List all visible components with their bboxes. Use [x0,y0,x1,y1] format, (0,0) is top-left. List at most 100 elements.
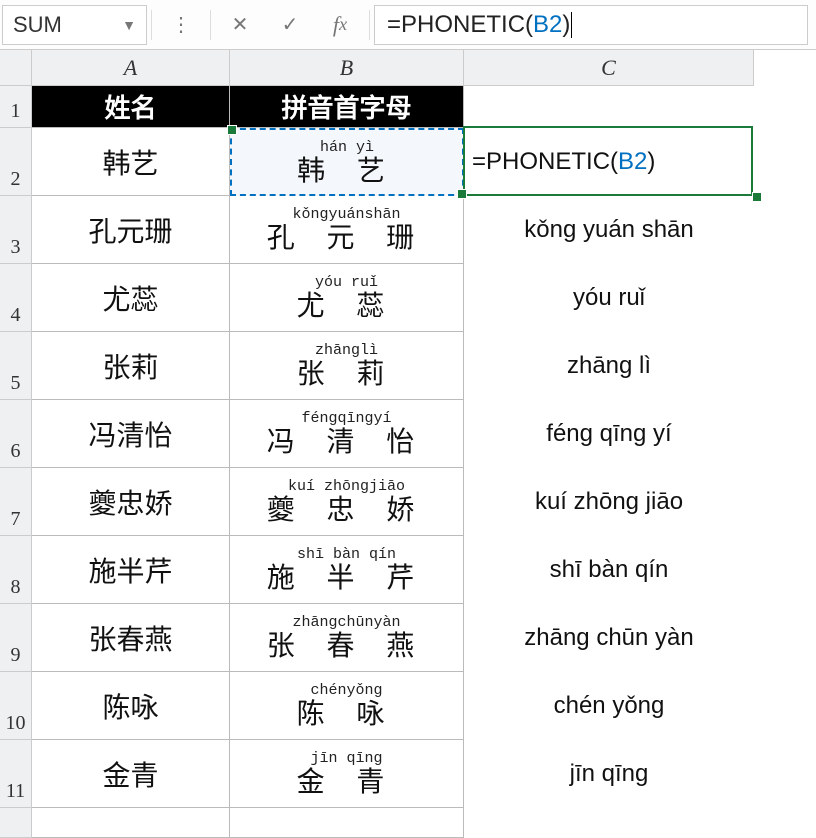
char-line: 韩 艺 [297,157,397,185]
fx-icon[interactable]: fx [315,0,365,50]
cell-b2-selected[interactable]: hán yì 韩 艺 [230,128,464,196]
name-box-value: SUM [13,12,62,38]
accept-formula-icon[interactable]: ✓ [265,0,315,50]
selection-handle-icon[interactable] [457,189,467,199]
cell-c2-editing[interactable]: =PHONETIC(B2) [464,128,754,196]
table-row-partial [0,808,816,838]
table-row: 5 张莉 zhānglì 张 莉 zhāng lì [0,332,816,400]
cell-result[interactable] [464,808,754,838]
select-all-corner[interactable] [0,50,32,86]
name-box[interactable]: SUM ▼ [2,5,147,45]
cell-pinyin[interactable]: kǒngyuánshān 孔 元 珊 [230,196,464,264]
table-row: 7 夔忠娇 kuí zhōngjiāo 夔 忠 娇 kuí zhōng jiāo [0,468,816,536]
pinyin-annotation: shī bàn qín [297,547,396,562]
cell-name[interactable]: 夔忠娇 [32,468,230,536]
char-line: 施 半 芹 [267,564,427,592]
table-row: 6 冯清怡 féngqīngyí 冯 清 怡 féng qīng yí [0,400,816,468]
row-header[interactable]: 2 [0,128,32,196]
pinyin-annotation: féngqīngyí [301,411,391,426]
cell-pinyin[interactable]: zhānglì 张 莉 [230,332,464,400]
row-header[interactable]: 8 [0,536,32,604]
fill-handle-icon[interactable] [752,192,762,202]
cell-name-partial[interactable] [32,808,230,838]
row-header[interactable] [0,808,32,838]
formula-input[interactable]: =PHONETIC(B2) [374,5,808,45]
cell-result[interactable]: zhāng chūn yàn [464,604,754,672]
divider [369,10,370,40]
pinyin-annotation: hán yì [320,140,374,155]
cell-pinyin[interactable]: yóu ruǐ 尤 蕊 [230,264,464,332]
name-box-dropdown-icon[interactable]: ▼ [122,17,136,33]
pinyin-annotation: yóu ruǐ [315,275,378,290]
row-header[interactable]: 3 [0,196,32,264]
column-header-c[interactable]: C [464,50,754,86]
cell-a1[interactable]: 姓名 [32,86,230,128]
pinyin-annotation: kǒngyuánshān [292,207,400,222]
char-line: 夔 忠 娇 [267,496,427,524]
cell-formula-suffix: ) [647,148,655,176]
pinyin-annotation: kuí zhōngjiāo [288,479,405,494]
cell-formula-ref: B2 [618,148,647,176]
text-cursor [571,12,572,38]
cell-name[interactable]: 韩艺 [32,128,230,196]
pinyin-annotation: jīn qīng [310,751,382,766]
cell-pinyin[interactable]: kuí zhōngjiāo 夔 忠 娇 [230,468,464,536]
char-line: 金 青 [297,768,397,796]
cell-name[interactable]: 金青 [32,740,230,808]
cell-result[interactable]: jīn qīng [464,740,754,808]
formula-text-prefix: =PHONETIC( [387,11,533,39]
cell-name[interactable]: 尤蕊 [32,264,230,332]
char-line: 孔 元 珊 [267,224,427,252]
char-line: 陈 咏 [297,700,397,728]
row-header[interactable]: 4 [0,264,32,332]
selection-handle-icon[interactable] [227,125,237,135]
column-header-a[interactable]: A [32,50,230,86]
cell-pinyin[interactable]: chényǒng 陈 咏 [230,672,464,740]
cell-c1[interactable] [464,86,754,128]
cell-name[interactable]: 陈咏 [32,672,230,740]
table-row: 3 孔元珊 kǒngyuánshān 孔 元 珊 kǒng yuán shān [0,196,816,264]
table-row: 9 张春燕 zhāngchūnyàn 张 春 燕 zhāng chūn yàn [0,604,816,672]
cell-result[interactable]: shī bàn qín [464,536,754,604]
cell-pinyin[interactable]: zhāngchūnyàn 张 春 燕 [230,604,464,672]
cancel-formula-icon[interactable]: ✕ [215,0,265,50]
row-header[interactable]: 7 [0,468,32,536]
row-header[interactable]: 6 [0,400,32,468]
char-line: 张 春 燕 [267,632,427,660]
cell-name[interactable]: 孔元珊 [32,196,230,264]
pinyin-annotation: chényǒng [310,683,382,698]
cell-b1[interactable]: 拼音首字母 [230,86,464,128]
divider [210,10,211,40]
row-header[interactable]: 9 [0,604,32,672]
spreadsheet-grid: A B C 1 姓名 拼音首字母 2 韩艺 hán yì 韩 艺 =PHONET… [0,50,816,838]
formula-ref: B2 [533,11,562,39]
more-icon[interactable]: ⋮ [156,0,206,50]
cell-pinyin[interactable] [230,808,464,838]
row-header[interactable]: 5 [0,332,32,400]
char-line: 尤 蕊 [297,292,397,320]
column-header-b[interactable]: B [230,50,464,86]
cell-name[interactable]: 冯清怡 [32,400,230,468]
pinyin-annotation: zhānglì [315,343,378,358]
cell-result[interactable]: féng qīng yí [464,400,754,468]
cell-result[interactable]: chén yǒng [464,672,754,740]
row-header-1[interactable]: 1 [0,86,32,128]
cell-result[interactable]: kǒng yuán shān [464,196,754,264]
cell-result[interactable]: zhāng lì [464,332,754,400]
table-row: 10 陈咏 chényǒng 陈 咏 chén yǒng [0,672,816,740]
cell-name[interactable]: 张春燕 [32,604,230,672]
row-header[interactable]: 10 [0,672,32,740]
char-line: 张 莉 [297,360,397,388]
table-row: 8 施半芹 shī bàn qín 施 半 芹 shī bàn qín [0,536,816,604]
cell-pinyin[interactable]: féngqīngyí 冯 清 怡 [230,400,464,468]
divider [151,10,152,40]
cell-pinyin[interactable]: jīn qīng 金 青 [230,740,464,808]
cell-pinyin[interactable]: shī bàn qín 施 半 芹 [230,536,464,604]
cell-name[interactable]: 施半芹 [32,536,230,604]
header-row: 1 姓名 拼音首字母 [0,86,816,128]
row-header[interactable]: 11 [0,740,32,808]
formula-bar: SUM ▼ ⋮ ✕ ✓ fx =PHONETIC(B2) [0,0,816,50]
cell-result[interactable]: kuí zhōng jiāo [464,468,754,536]
cell-name[interactable]: 张莉 [32,332,230,400]
cell-result[interactable]: yóu ruǐ [464,264,754,332]
